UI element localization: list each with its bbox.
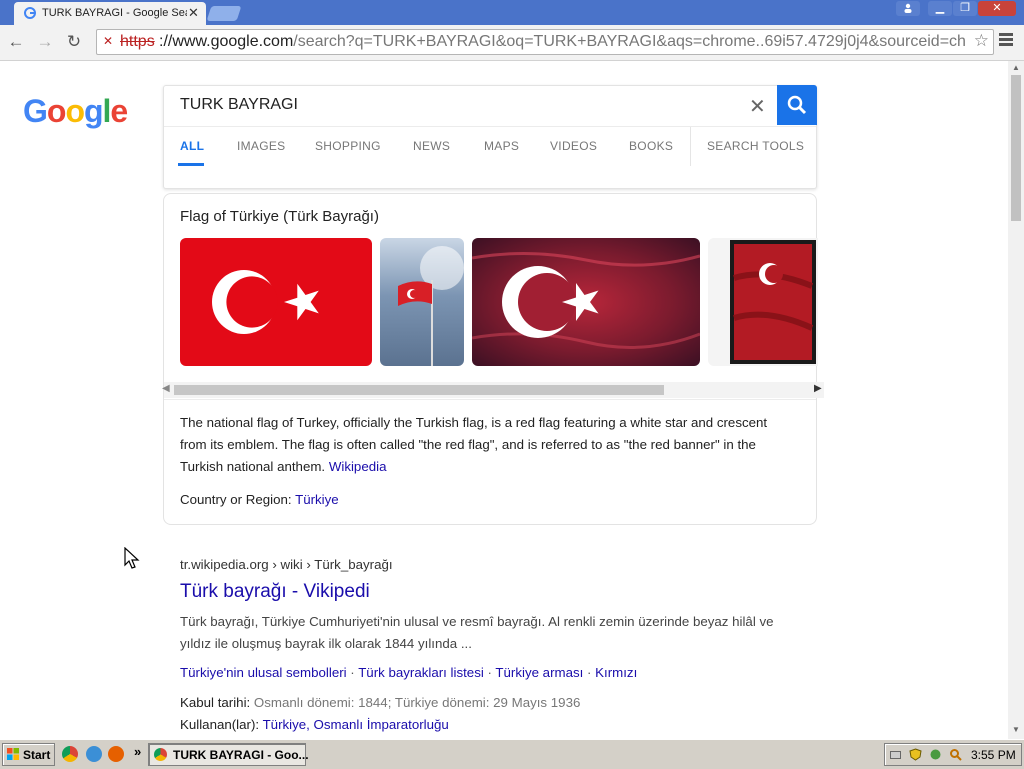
forward-arrow-icon[interactable]: → — [34, 32, 56, 52]
knowledge-country: Country or Region: Türkiye — [180, 492, 339, 507]
search-input[interactable]: TURK BAYRAGI — [180, 96, 298, 114]
system-tray: 3:55 PM — [884, 743, 1022, 766]
search-button[interactable] — [777, 85, 817, 125]
logo-letter: o — [46, 93, 67, 129]
magnifier-icon[interactable] — [949, 748, 962, 761]
result-sitelinks: Türkiye'nin ulusal sembolleri · Türk bay… — [180, 665, 638, 680]
reload-icon[interactable]: ↻ — [63, 32, 85, 52]
tab-all[interactable]: ALL — [180, 139, 204, 153]
tab-books[interactable]: BOOKS — [629, 139, 673, 153]
quicklaunch-more-icon[interactable]: » — [134, 744, 141, 759]
user-icon — [904, 3, 912, 13]
firefox-quicklaunch-icon[interactable] — [108, 746, 124, 762]
tab-images[interactable]: IMAGES — [237, 139, 285, 153]
logo-letter: G — [23, 93, 48, 129]
windows-logo-icon — [7, 748, 19, 760]
result-adoption-date: Kabul tarihi: Osmanlı dönemi: 1844; Türk… — [180, 695, 581, 710]
result-url: tr.wikipedia.org › wiki › Türk_bayrağı — [180, 557, 393, 572]
google-logo[interactable]: Google — [23, 93, 128, 130]
tab-videos[interactable]: VIDEOS — [550, 139, 597, 153]
clear-search-icon[interactable]: ✕ — [749, 94, 766, 119]
logo-letter: g — [83, 93, 104, 129]
scroll-right-arrow-icon[interactable]: ▶ — [814, 383, 822, 394]
carousel-scroll-thumb[interactable] — [174, 385, 664, 395]
page-scroll-thumb[interactable] — [1011, 75, 1021, 221]
profile-button[interactable] — [896, 1, 920, 16]
framed-flag-image — [730, 240, 816, 364]
monitor-icon[interactable] — [889, 748, 902, 761]
tab-divider — [690, 127, 691, 166]
scroll-left-arrow-icon[interactable]: ◀ — [162, 383, 170, 394]
shield-icon[interactable] — [909, 748, 922, 761]
browser-title-bar: TURK BAYRAGI - Google Search ✕ ▁ ❐ ✕ — [0, 0, 1024, 25]
browser-toolbar: ← → ↻ ✕ https ://www.google.com/search?q… — [0, 25, 1024, 61]
address-bar[interactable]: ✕ https ://www.google.com/search?q=TURK+… — [96, 29, 994, 55]
scroll-up-arrow-icon[interactable]: ▲ — [1012, 63, 1020, 72]
search-results-page: Google TURK BAYRAGI ✕ ALL IMAGES SHOPPIN… — [0, 61, 1008, 739]
page-scrollbar[interactable]: ▲ ▼ — [1008, 61, 1024, 739]
minimize-button[interactable]: ▁ — [928, 1, 952, 16]
network-icon[interactable] — [929, 748, 942, 761]
turkish-flag-image — [212, 270, 319, 334]
knowledge-card: Flag of Türkiye (Türk Bayrağı) ◀ ▶ The n… — [162, 193, 824, 525]
search-box: TURK BAYRAGI ✕ ALL IMAGES SHOPPING NEWS … — [163, 85, 817, 189]
result-title-link[interactable]: Türk bayrağı - Vikipedi — [180, 581, 370, 603]
restore-button[interactable]: ❐ — [953, 1, 977, 16]
sitelink[interactable]: Kırmızı — [595, 665, 637, 680]
back-arrow-icon[interactable]: ← — [5, 32, 27, 52]
chrome-icon — [154, 748, 167, 761]
taskbar: Start » TURK BAYRAGI - Goo... 3:55 PM — [0, 739, 1024, 769]
flag-image-2[interactable] — [380, 238, 464, 366]
image-carousel-scrollbar[interactable]: ◀ ▶ — [162, 382, 824, 398]
scroll-down-arrow-icon[interactable]: ▼ — [1012, 725, 1020, 734]
sitelink[interactable]: Türk bayrakları listesi — [358, 665, 484, 680]
tab-shopping[interactable]: SHOPPING — [315, 139, 381, 153]
knowledge-title[interactable]: Flag of Türkiye (Türk Bayrağı) — [180, 208, 379, 225]
chrome-quicklaunch-icon[interactable] — [62, 746, 78, 762]
clock: 3:55 PM — [971, 748, 1016, 762]
flag-image-4[interactable] — [708, 238, 818, 366]
tab-title: TURK BAYRAGI - Google Search — [42, 7, 187, 19]
taskbar-window-button[interactable]: TURK BAYRAGI - Goo... — [148, 743, 309, 766]
flag-on-pole-image — [398, 246, 464, 366]
start-button[interactable]: Start — [2, 743, 55, 766]
flag-image-3[interactable] — [472, 238, 700, 366]
insecure-lock-icon: ✕ — [103, 34, 114, 48]
result-snippet: Türk bayrağı, Türkiye Cumhuriyeti'nin ul… — [180, 614, 774, 651]
tab-maps[interactable]: MAPS — [484, 139, 519, 153]
tab-search-tools[interactable]: SEARCH TOOLS — [707, 139, 804, 153]
ie-quicklaunch-icon[interactable] — [86, 746, 102, 762]
waving-flag-image — [472, 251, 700, 349]
card-divider — [164, 399, 816, 400]
new-tab-button[interactable] — [206, 6, 242, 21]
tab-news[interactable]: NEWS — [413, 139, 450, 153]
active-tab-underline — [178, 163, 204, 166]
flag-image-1[interactable] — [180, 238, 372, 366]
menu-hamburger-icon[interactable] — [999, 33, 1013, 48]
sitelink[interactable]: Türkiye'nin ulusal sembolleri — [180, 665, 347, 680]
search-tabs: ALL IMAGES SHOPPING NEWS MAPS VIDEOS BOO… — [164, 126, 816, 166]
browser-tab[interactable]: TURK BAYRAGI - Google Search ✕ — [14, 2, 206, 25]
result-users: Kullanan(lar): Türkiye, Osmanlı İmparato… — [180, 717, 449, 732]
bookmark-star-icon[interactable]: ☆ — [974, 31, 989, 51]
country-link[interactable]: Türkiye — [295, 492, 339, 507]
url-text: ://www.google.com/search?q=TURK+BAYRAGI&… — [159, 33, 965, 50]
logo-letter: e — [110, 93, 128, 129]
logo-letter: o — [65, 93, 85, 129]
close-window-button[interactable]: ✕ — [978, 1, 1016, 16]
knowledge-description: The national flag of Turkey, officially … — [180, 415, 768, 474]
google-favicon-icon — [24, 7, 36, 19]
search-icon — [787, 95, 807, 115]
tab-close-icon[interactable]: ✕ — [188, 5, 199, 21]
sitelink[interactable]: Türkiye arması — [495, 665, 583, 680]
wikipedia-link[interactable]: Wikipedia — [329, 459, 387, 474]
url-scheme: https — [120, 33, 155, 50]
mouse-cursor-icon — [124, 547, 140, 569]
